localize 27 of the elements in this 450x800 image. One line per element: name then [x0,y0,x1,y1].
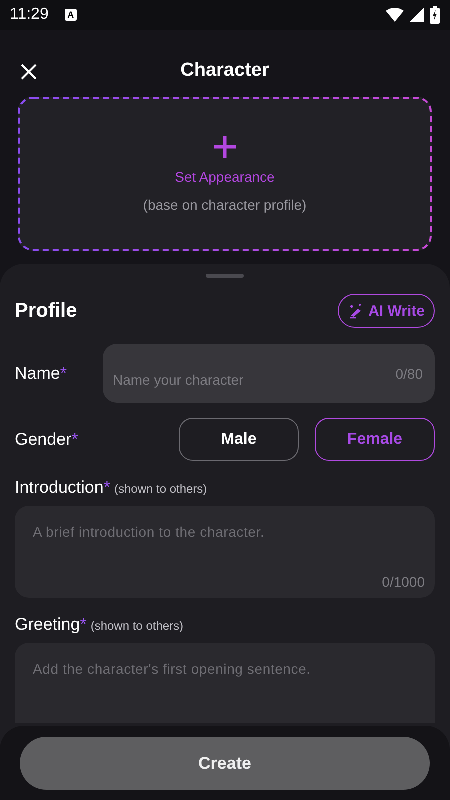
section-title: Profile [15,300,78,322]
appearance-label: Set Appearance [175,169,275,185]
close-icon[interactable] [21,64,37,80]
screen-title: Character [180,60,270,82]
gender-option-button[interactable]: Female [315,418,435,461]
wifi-icon [386,8,404,22]
character-counter: 0/80 [396,366,423,382]
field-label: Greeting* [15,615,87,635]
ai-write-button[interactable]: AI Write [338,294,435,328]
appearance-upload-area[interactable]: Set Appearance (base on character profile) [18,97,432,251]
signal-icon [410,8,424,22]
appearance-hint: (base on character profile) [143,197,307,213]
magic-pen-icon [348,303,364,319]
field-label: Name* [15,364,68,384]
notification-icon: A [64,9,77,21]
character-counter: 0/1000 [382,574,425,590]
drag-handle[interactable] [206,274,244,278]
plus-icon [213,135,237,159]
greeting-text-area[interactable]: Add the character's first opening sentence. [15,643,435,723]
status-time: 11:29 [10,6,49,24]
battery-icon [430,6,440,24]
field-note: (shown to others) [90,619,184,633]
field-label: Introduction* [15,478,110,498]
gender-option-button[interactable]: Male [179,418,299,461]
field-note: (shown to others) [114,482,208,496]
field-label: Gender* [15,430,78,450]
create-button[interactable]: Create [20,737,430,790]
